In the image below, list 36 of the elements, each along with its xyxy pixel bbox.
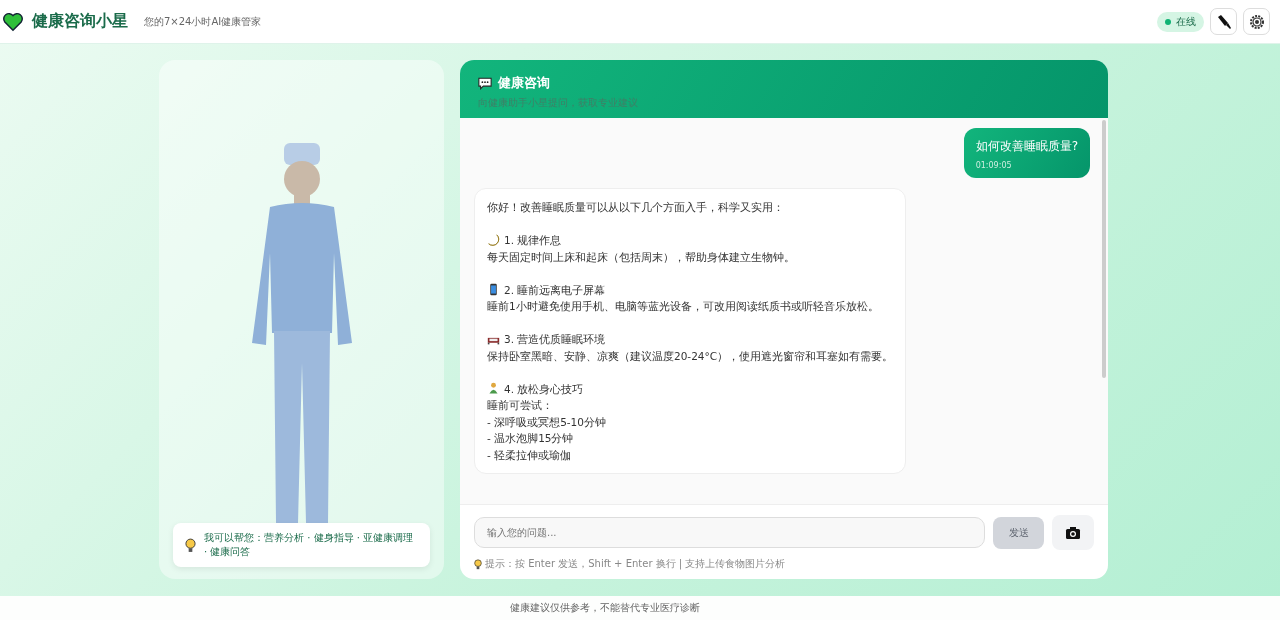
moon-icon bbox=[487, 233, 500, 247]
camera-button[interactable] bbox=[1052, 515, 1094, 550]
scrollbar[interactable] bbox=[1102, 120, 1106, 378]
message-text: - 深呼吸或冥想5-10分钟 bbox=[487, 414, 607, 430]
message-text: 睡前1小时避免使用手机、电脑等蓝光设备，可改用阅读纸质书或听轻音乐放松。 bbox=[487, 299, 880, 314]
brush-button[interactable] bbox=[1210, 8, 1237, 35]
message-text: 睡前可尝试： bbox=[487, 398, 554, 413]
brush-icon bbox=[1215, 13, 1232, 30]
message-text: 如何改善睡眠质量? bbox=[975, 138, 1078, 155]
lightbulb-icon bbox=[474, 558, 482, 570]
message-time: 01:09:05 bbox=[975, 161, 1013, 170]
status-badge: 在线 bbox=[1157, 11, 1204, 32]
section-heading: 1. 规律作息 bbox=[504, 233, 562, 248]
message-text: 你好！改善睡眠质量可以从以下几个方面入手，科学又实用： bbox=[487, 200, 785, 215]
section-heading: 4. 放松身心技巧 bbox=[504, 381, 584, 397]
section-heading: 3. 营造优质睡眠环境 bbox=[504, 332, 606, 347]
lightbulb-icon bbox=[185, 537, 196, 553]
speech-bubble-icon bbox=[478, 76, 492, 90]
footer-disclaimer: 健康建议仅供参考，不能替代专业医疗诊断 bbox=[510, 601, 700, 615]
chat-title: 健康咨询 bbox=[498, 74, 550, 92]
tip-text: 我可以帮您：营养分析 · 健身指导 · 亚健康调理 · 健康问答 bbox=[204, 531, 415, 559]
question-input[interactable]: 输入您的问题... bbox=[474, 517, 985, 548]
message-text: 保持卧室黑暗、安静、凉爽（建议温度20-24°C），使用遮光窗帘和耳塞如有需要。 bbox=[487, 348, 894, 364]
message-text: - 轻柔拉伸或瑜伽 bbox=[487, 447, 573, 463]
camera-icon bbox=[1065, 525, 1081, 540]
message-text: 每天固定时间上床和起床（包括周末），帮助身体建立生物钟。 bbox=[487, 249, 796, 265]
app-title: 健康咨询小星 bbox=[32, 11, 128, 32]
message-text: - 温水泡脚15分钟 bbox=[487, 431, 575, 446]
settings-icon bbox=[1248, 13, 1265, 30]
meditating-person-icon bbox=[487, 382, 500, 396]
settings-button[interactable] bbox=[1243, 8, 1270, 35]
phone-icon bbox=[487, 283, 500, 297]
section-heading: 2. 睡前远离电子屏幕 bbox=[504, 282, 606, 298]
input-hint: 提示：按 Enter 发送，Shift + Enter 换行 | 支持上传食物图片分析 bbox=[485, 557, 786, 571]
app-subtitle: 您的7×24小时AI健康管家 bbox=[144, 14, 262, 29]
heart-icon bbox=[2, 11, 24, 32]
